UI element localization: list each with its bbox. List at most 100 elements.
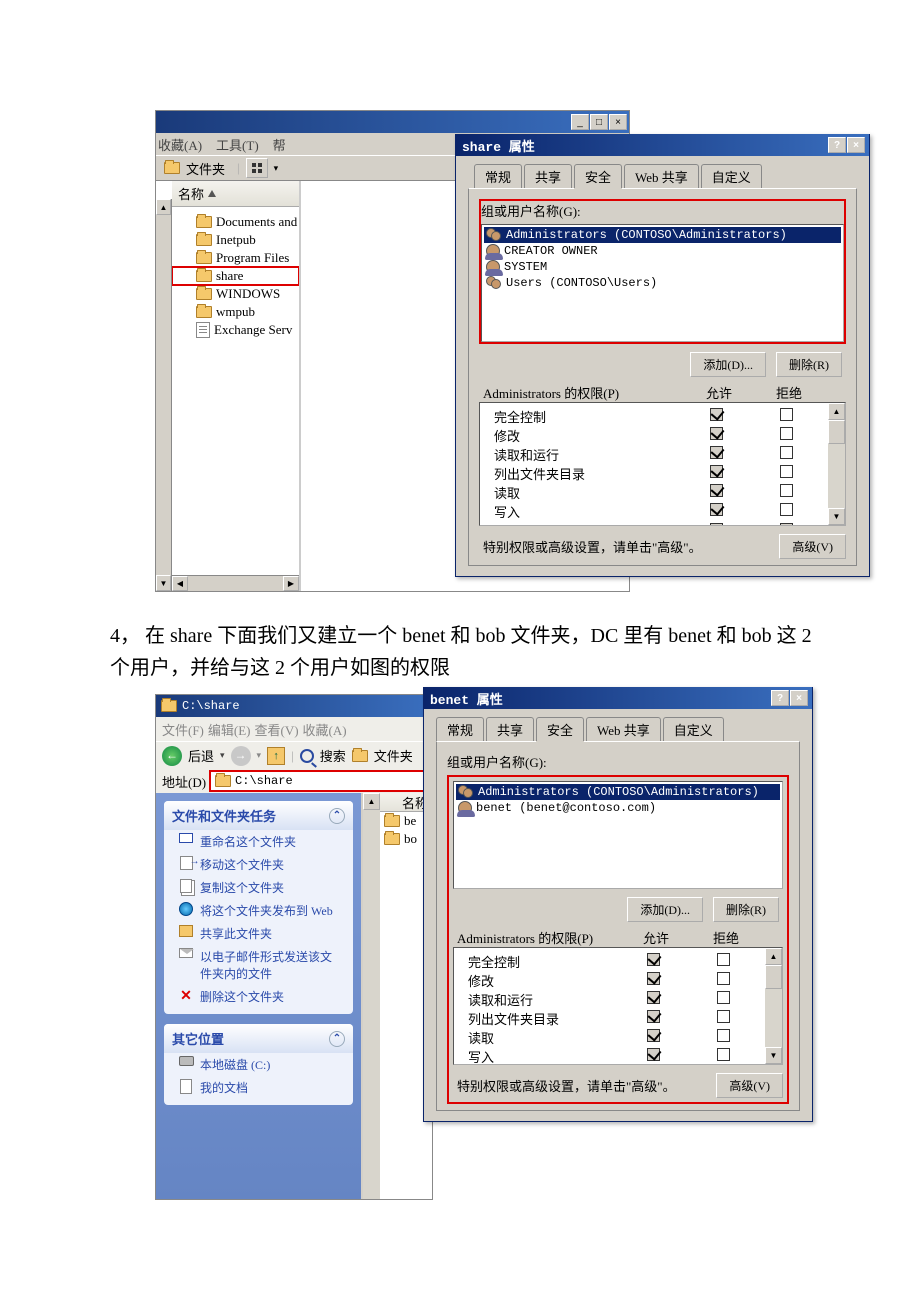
menu-file[interactable]: 文件(F)	[162, 720, 204, 739]
checkbox-allow[interactable]	[647, 1048, 660, 1061]
list-item[interactable]: Administrators (CONTOSO\Administrators)	[456, 784, 780, 800]
folders-button[interactable]: 文件夹	[374, 746, 413, 765]
tab-share[interactable]: 共享	[486, 717, 534, 741]
checkbox-allow[interactable]	[710, 427, 723, 440]
checkbox-deny[interactable]	[780, 465, 793, 478]
scroll-up-icon[interactable]: ▲	[156, 199, 171, 215]
scroll-down-icon[interactable]: ▼	[156, 575, 171, 591]
task-item-rename[interactable]: 重命名这个文件夹	[164, 830, 353, 853]
advanced-button[interactable]: 高级(V)	[779, 534, 846, 559]
tab-webshare[interactable]: Web 共享	[586, 717, 661, 741]
list-item[interactable]: Users (CONTOSO\Users)	[484, 275, 841, 291]
tree-hscroll[interactable]: ◀ ▶	[172, 575, 299, 591]
collapse-icon[interactable]: ⌃	[329, 808, 345, 824]
tree-vscroll[interactable]: ▲ ▼	[156, 199, 172, 591]
task-item-publish[interactable]: 将这个文件夹发布到 Web	[164, 899, 353, 922]
task-item-mydocs[interactable]: 我的文档	[164, 1076, 353, 1099]
tab-general[interactable]: 常规	[474, 164, 522, 188]
menu-tools[interactable]: 工具(T)	[216, 135, 259, 154]
up-icon[interactable]	[267, 747, 285, 765]
collapse-icon[interactable]: ⌃	[329, 1031, 345, 1047]
list-item[interactable]: Administrators (CONTOSO\Administrators)	[484, 227, 841, 243]
scroll-down-icon[interactable]: ▼	[828, 508, 845, 525]
perm-vscroll[interactable]: ▲ ▼	[765, 948, 782, 1064]
checkbox-allow[interactable]	[710, 465, 723, 478]
close-icon[interactable]: ×	[609, 114, 627, 130]
help-icon[interactable]: ?	[771, 690, 789, 706]
search-icon[interactable]	[300, 749, 314, 763]
tab-general[interactable]: 常规	[436, 717, 484, 741]
close-icon[interactable]: ×	[790, 690, 808, 706]
list-item[interactable]: benet (benet@contoso.com)	[456, 800, 780, 816]
checkbox-allow[interactable]	[647, 1010, 660, 1023]
scroll-up-icon[interactable]: ▲	[363, 793, 380, 810]
checkbox-allow[interactable]	[710, 523, 723, 527]
checkbox-allow[interactable]	[647, 991, 660, 1004]
scroll-up-icon[interactable]: ▲	[828, 403, 845, 420]
add-button[interactable]: 添加(D)...	[627, 897, 703, 922]
user-list[interactable]: Administrators (CONTOSO\Administrators) …	[453, 781, 783, 889]
task-item-delete[interactable]: ✕删除这个文件夹	[164, 985, 353, 1008]
forward-icon[interactable]: →	[231, 746, 251, 766]
scroll-thumb[interactable]	[765, 965, 782, 989]
checkbox-deny[interactable]	[780, 446, 793, 459]
checkbox-deny[interactable]	[780, 523, 793, 527]
back-icon[interactable]: ←	[162, 746, 182, 766]
checkbox-deny[interactable]	[780, 503, 793, 516]
task-item-disk[interactable]: 本地磁盘 (C:)	[164, 1053, 353, 1076]
checkbox-deny[interactable]	[717, 1029, 730, 1042]
search-button[interactable]: 搜索	[320, 746, 346, 765]
task-block-header[interactable]: 其它位置 ⌃	[164, 1024, 353, 1053]
tree-item[interactable]: Exchange Serv	[172, 321, 299, 339]
advanced-button[interactable]: 高级(V)	[716, 1073, 783, 1098]
tree-item[interactable]: WINDOWS	[172, 285, 299, 303]
list-item[interactable]: CREATOR OWNER	[484, 243, 841, 259]
menu-view[interactable]: 查看(V)	[255, 720, 299, 739]
scroll-down-icon[interactable]: ▼	[765, 1047, 782, 1064]
list-vscroll[interactable]: ▲	[363, 793, 380, 1199]
permission-list[interactable]: 完全控制 修改 读取和运行 列出文件夹目录 读取 写入 特别的权限 ▲ ▼	[453, 947, 783, 1065]
tab-custom[interactable]: 自定义	[663, 717, 724, 741]
scroll-up-icon[interactable]: ▲	[765, 948, 782, 965]
tree-item[interactable]: wmpub	[172, 303, 299, 321]
tab-custom[interactable]: 自定义	[701, 164, 762, 188]
menu-edit[interactable]: 编辑(E)	[208, 720, 251, 739]
checkbox-allow[interactable]	[710, 446, 723, 459]
checkbox-allow[interactable]	[647, 953, 660, 966]
tab-security[interactable]: 安全	[574, 164, 622, 188]
checkbox-deny[interactable]	[717, 1010, 730, 1023]
close-icon[interactable]: ×	[847, 137, 865, 153]
tree-item[interactable]: Inetpub	[172, 231, 299, 249]
checkbox-deny[interactable]	[780, 484, 793, 497]
menu-help[interactable]: 帮	[273, 135, 286, 154]
remove-button[interactable]: 删除(R)	[713, 897, 779, 922]
folders-button[interactable]: 文件夹	[186, 159, 225, 178]
task-item-move[interactable]: 移动这个文件夹	[164, 853, 353, 876]
scroll-right-icon[interactable]: ▶	[283, 576, 299, 591]
menu-favorites[interactable]: 收藏(A)	[158, 135, 202, 154]
checkbox-allow[interactable]	[647, 1029, 660, 1042]
checkbox-deny[interactable]	[717, 991, 730, 1004]
checkbox-deny[interactable]	[717, 972, 730, 985]
remove-button[interactable]: 删除(R)	[776, 352, 842, 377]
checkbox-allow[interactable]	[710, 408, 723, 421]
checkbox-allow[interactable]	[647, 972, 660, 985]
maximize-icon[interactable]: □	[590, 114, 608, 130]
task-item-share[interactable]: 共享此文件夹	[164, 922, 353, 945]
tree-item[interactable]: Documents and	[172, 213, 299, 231]
tree-item[interactable]: Program Files	[172, 249, 299, 267]
task-item-email[interactable]: 以电子邮件形式发送该文件夹内的文件	[164, 945, 353, 985]
tab-webshare[interactable]: Web 共享	[624, 164, 699, 188]
help-icon[interactable]: ?	[828, 137, 846, 153]
tab-security[interactable]: 安全	[536, 717, 584, 741]
views-button[interactable]	[246, 158, 268, 178]
scroll-left-icon[interactable]: ◀	[172, 576, 188, 591]
perm-vscroll[interactable]: ▲ ▼	[828, 403, 845, 525]
user-list[interactable]: Administrators (CONTOSO\Administrators) …	[481, 224, 844, 342]
tree-header[interactable]: 名称	[172, 181, 299, 207]
checkbox-allow[interactable]	[710, 503, 723, 516]
permission-list[interactable]: 完全控制 修改 读取和运行 列出文件夹目录 读取 写入 特别的权限 ▲ ▼	[479, 402, 846, 526]
add-button[interactable]: 添加(D)...	[690, 352, 766, 377]
tab-share[interactable]: 共享	[524, 164, 572, 188]
list-item[interactable]: SYSTEM	[484, 259, 841, 275]
